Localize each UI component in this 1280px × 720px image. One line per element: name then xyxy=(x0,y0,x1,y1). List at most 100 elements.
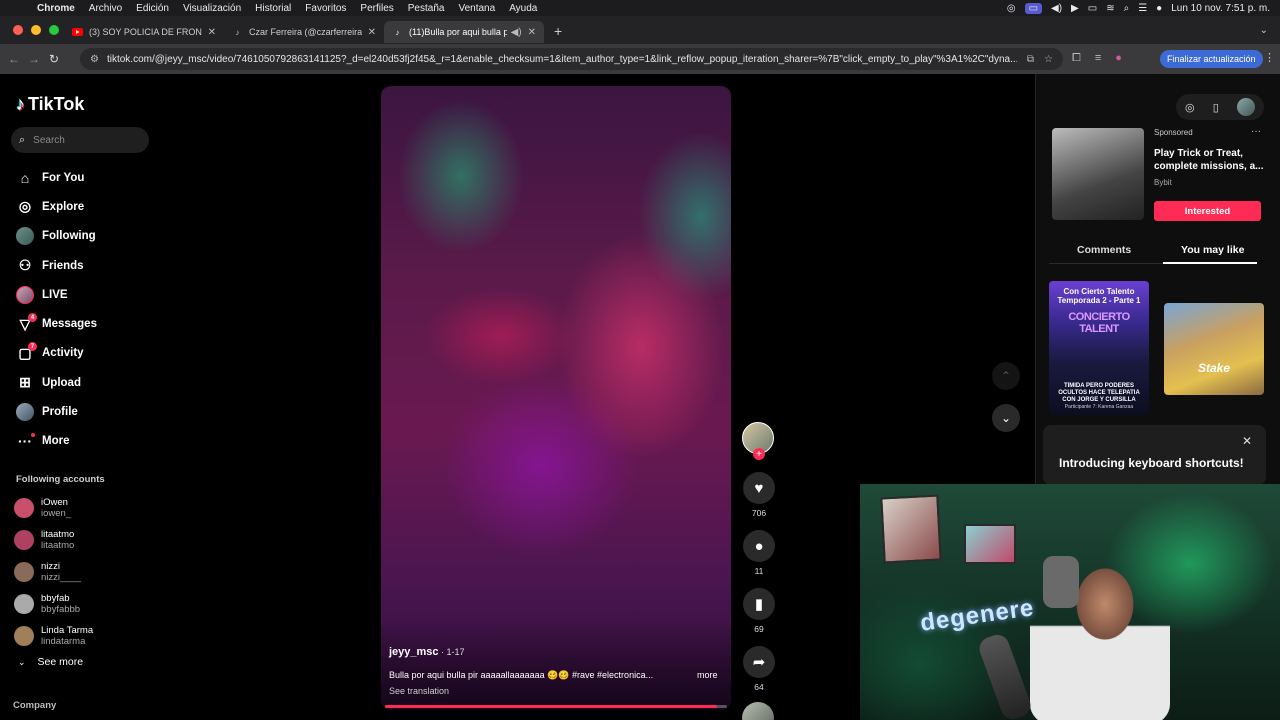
nav-more[interactable]: ··· More xyxy=(15,427,97,456)
menu-favoritos[interactable]: Favoritos xyxy=(298,3,353,14)
search-input[interactable]: ⌕ Search xyxy=(11,127,149,153)
browser-tab-czar[interactable]: ♪ Czar Ferreira (@czarferreiradj) ✕ xyxy=(224,21,384,43)
see-translation-link[interactable]: See translation xyxy=(389,686,449,696)
nav-for-you[interactable]: ⌂ For You xyxy=(15,163,97,192)
share-action[interactable]: ➦ 64 xyxy=(742,646,776,692)
video-player[interactable]: jeyy_msc · 1-17 Bulla por aqui bulla pir… xyxy=(381,86,731,710)
spotlight-search-icon[interactable]: ⌕ xyxy=(1124,3,1130,14)
share-icon[interactable]: ➦ xyxy=(743,646,775,678)
tab-comments[interactable]: Comments xyxy=(1077,244,1131,256)
next-video-button[interactable]: ⌄ xyxy=(992,404,1020,432)
menu-perfiles[interactable]: Perfiles xyxy=(353,3,400,14)
menu-ventana[interactable]: Ventana xyxy=(451,3,502,14)
close-tab-icon[interactable]: ✕ xyxy=(208,27,216,38)
site-info-icon[interactable]: ⚙ xyxy=(90,54,99,65)
url-text[interactable]: tiktok.com/@jeyy_msc/video/7461050792863… xyxy=(107,54,1017,65)
search-icon: ⌕ xyxy=(19,133,26,146)
tab-you-may-like[interactable]: You may like xyxy=(1181,244,1244,256)
open-in-app-icon[interactable]: ⧉ xyxy=(1027,54,1034,65)
siri-icon[interactable]: ● xyxy=(1156,3,1162,14)
following-account[interactable]: Linda Tarma lindatarma xyxy=(14,620,93,652)
nav-upload[interactable]: ⊞ Upload xyxy=(15,368,97,397)
mute-tab-icon[interactable]: ◀) xyxy=(511,27,522,38)
save-action[interactable]: ▮ 69 xyxy=(742,588,776,634)
profile-icon[interactable]: ● xyxy=(1115,52,1122,65)
play-icon[interactable]: ▶ xyxy=(1071,3,1079,14)
browser-tab-youtube[interactable]: (3) SOY POLICIA DE FRONTERA ✕ xyxy=(64,21,224,43)
nav-explore[interactable]: ◎ Explore xyxy=(15,192,97,221)
device-icon[interactable]: ▯ xyxy=(1213,101,1219,114)
media-controls-icon[interactable]: ≡ xyxy=(1095,52,1101,65)
ad-title[interactable]: Play Trick or Treat, complete missions, … xyxy=(1154,147,1264,173)
menu-visualizacion[interactable]: Visualización xyxy=(176,3,248,14)
menu-pestana[interactable]: Pestaña xyxy=(401,3,452,14)
bookmark-star-icon[interactable]: ☆ xyxy=(1044,54,1053,65)
close-window-button[interactable] xyxy=(13,25,23,35)
battery-icon[interactable]: ▭ xyxy=(1088,3,1097,14)
reload-icon[interactable]: ↻ xyxy=(44,52,64,66)
music-disc-icon[interactable] xyxy=(742,702,774,720)
menu-edicion[interactable]: Edición xyxy=(129,3,176,14)
video-progress-bar[interactable] xyxy=(385,705,727,708)
browser-tab-active[interactable]: ♪ (11)Bulla por aqui bulla pir ◀) ✕ xyxy=(384,21,544,43)
extensions-icon[interactable]: ⧠ xyxy=(1072,52,1081,65)
menu-ayuda[interactable]: Ayuda xyxy=(502,3,544,14)
zoom-window-button[interactable] xyxy=(49,25,59,35)
forward-icon[interactable]: → xyxy=(24,52,44,66)
see-more-button[interactable]: ⌄ See more xyxy=(18,656,83,668)
video-author[interactable]: jeyy_msc · 1-17 xyxy=(389,646,465,658)
nav-following[interactable]: Following xyxy=(15,222,97,251)
comment-icon[interactable]: ● xyxy=(743,530,775,562)
user-avatar[interactable] xyxy=(1236,98,1255,116)
company-link[interactable]: Company xyxy=(13,700,56,711)
obs-icon[interactable]: ◎ xyxy=(1007,3,1016,14)
profile-avatar-icon xyxy=(15,402,35,422)
control-center-icon[interactable]: ☰ xyxy=(1138,3,1147,14)
wifi-icon[interactable]: ≋ xyxy=(1106,3,1114,14)
nav-activity[interactable]: ▢ 7 Activity xyxy=(15,339,97,368)
tab-search-icon[interactable]: ⌄ xyxy=(1260,25,1268,36)
heart-icon[interactable]: ♥ xyxy=(743,472,775,504)
video-shade xyxy=(381,620,731,710)
previous-video-button[interactable]: ⌃ xyxy=(992,362,1020,390)
screen-mirror-icon[interactable]: ▭ xyxy=(1024,2,1043,14)
menubar-clock[interactable]: Lun 10 nov. 7:51 p. m. xyxy=(1171,3,1270,14)
back-icon[interactable]: ← xyxy=(4,52,24,66)
more-link[interactable]: more xyxy=(697,670,718,680)
address-bar[interactable]: ⚙ tiktok.com/@jeyy_msc/video/74610507928… xyxy=(80,48,1063,70)
bookmark-icon[interactable]: ▮ xyxy=(743,588,775,620)
recommended-video-thumbnail[interactable]: Con Cierto Talento Temporada 2 - Parte 1… xyxy=(1049,281,1149,415)
nav-label: Friends xyxy=(42,259,84,272)
like-action[interactable]: ♥ 706 xyxy=(742,472,776,518)
chrome-menu-icon[interactable]: ⋮ xyxy=(1264,51,1275,64)
interested-button[interactable]: Interested xyxy=(1154,201,1261,221)
nav-friends[interactable]: ⚇ Friends xyxy=(15,251,97,280)
close-tab-icon[interactable]: ✕ xyxy=(528,27,536,38)
menu-historial[interactable]: Historial xyxy=(248,3,298,14)
comment-action[interactable]: ● 11 xyxy=(742,530,776,576)
following-account[interactable]: litaatmo litaatmo xyxy=(14,524,93,556)
nav-messages[interactable]: ▽ 4 Messages xyxy=(15,309,97,338)
following-account[interactable]: nizzi nizzi____ xyxy=(14,556,93,588)
following-account[interactable]: bbyfab bbyfabbb xyxy=(14,588,93,620)
close-icon[interactable]: ✕ xyxy=(1242,434,1252,448)
finish-update-button[interactable]: Finalizar actualización xyxy=(1160,50,1263,68)
volume-icon[interactable]: ◀) xyxy=(1051,3,1062,14)
nav-live[interactable]: LIVE xyxy=(15,280,97,309)
close-tab-icon[interactable]: ✕ xyxy=(368,27,376,38)
ad-more-icon[interactable]: ··· xyxy=(1251,126,1261,137)
recommended-video-thumbnail[interactable]: Stake xyxy=(1164,303,1264,395)
creator-avatar[interactable]: + xyxy=(742,422,774,460)
nav-profile[interactable]: Profile xyxy=(15,397,97,426)
macos-menubar: Chrome Archivo Edición Visualización His… xyxy=(0,0,1280,16)
tiktok-logo[interactable]: ♪ TikTok xyxy=(16,94,84,115)
following-account[interactable]: iOwen iowen_ xyxy=(14,492,93,524)
menu-archivo[interactable]: Archivo xyxy=(82,3,129,14)
author-handle[interactable]: jeyy_msc xyxy=(389,646,439,658)
minimize-window-button[interactable] xyxy=(31,25,41,35)
compass-icon[interactable]: ◎ xyxy=(1185,101,1195,114)
ad-thumbnail[interactable] xyxy=(1052,128,1144,220)
follow-plus-icon[interactable]: + xyxy=(753,448,765,460)
new-tab-button[interactable]: + xyxy=(544,23,572,39)
menu-app[interactable]: Chrome xyxy=(30,3,82,14)
